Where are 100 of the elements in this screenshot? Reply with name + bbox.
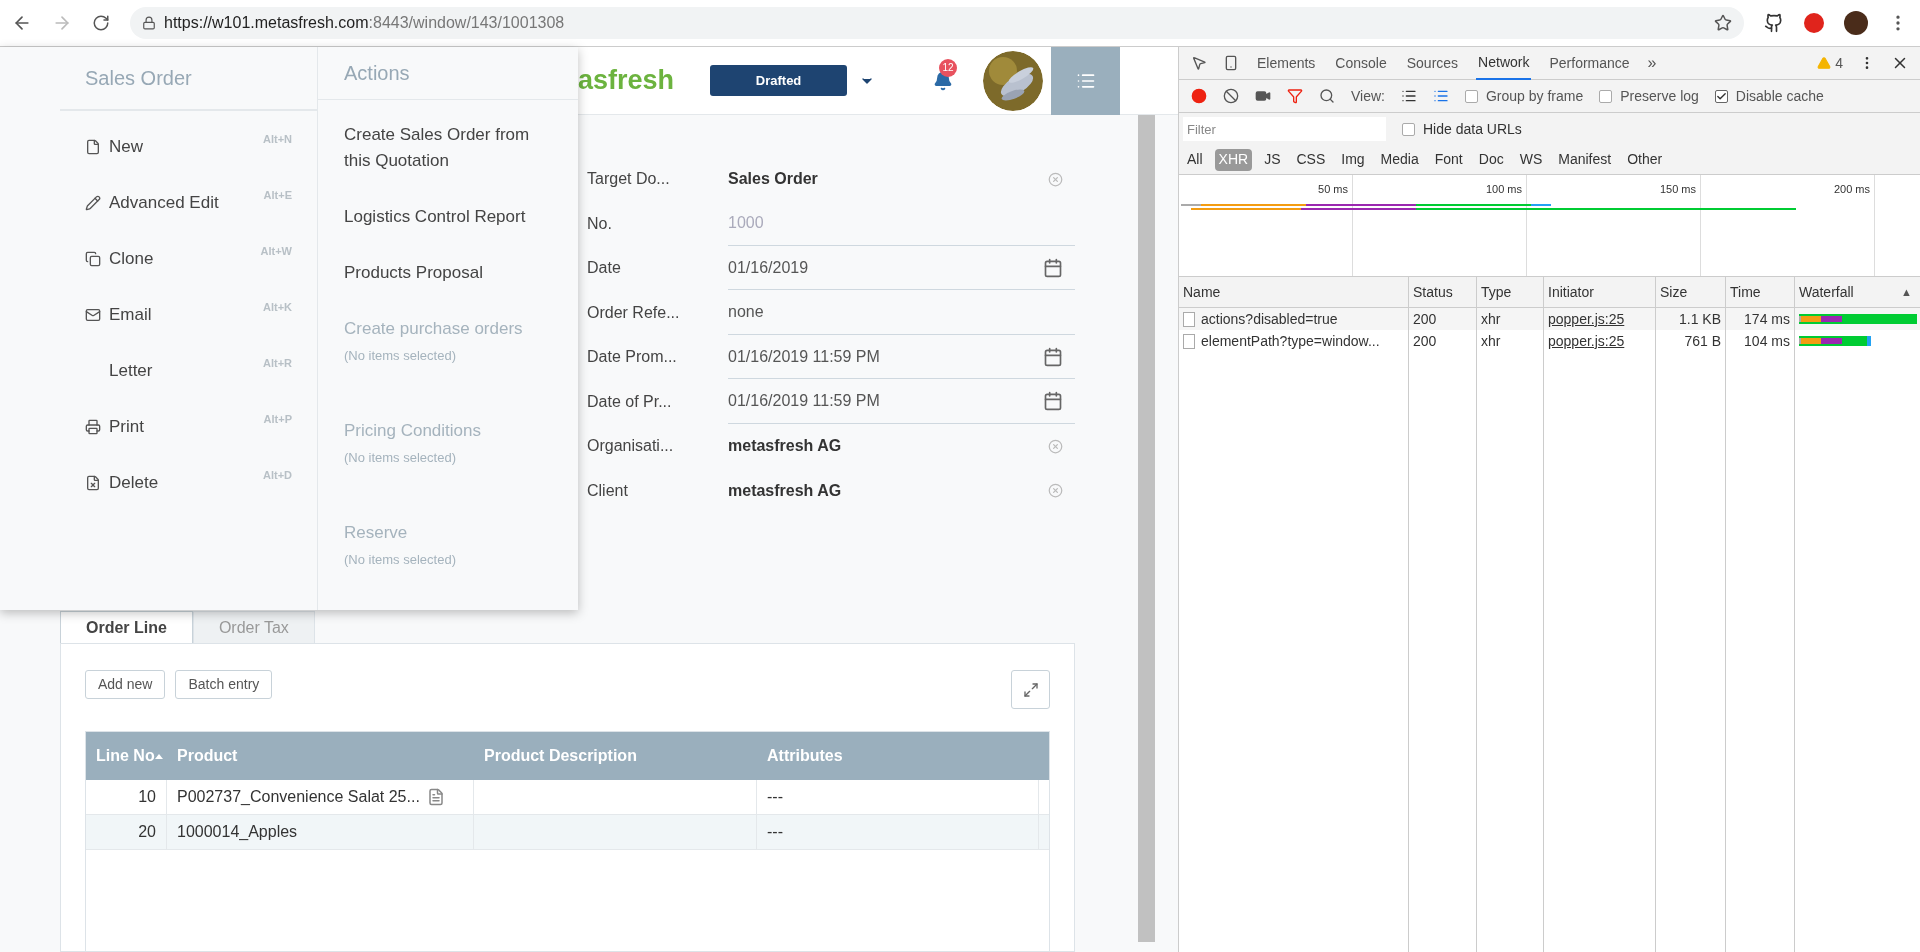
more-tabs[interactable]: »	[1647, 51, 1657, 75]
warning-count: 4	[1835, 53, 1843, 73]
menu-item[interactable]: Email Alt+K	[60, 287, 317, 343]
type-filter[interactable]: JS	[1260, 148, 1285, 171]
tick-label: 200 ms	[1833, 182, 1870, 195]
toolbar-button[interactable]: Batch entry	[175, 670, 273, 699]
devtools-tab[interactable]: Performance	[1547, 46, 1632, 80]
request-cell-text: 761 B	[1684, 331, 1721, 351]
calendar-icon[interactable]	[1043, 391, 1063, 412]
type-filter[interactable]: Font	[1430, 148, 1467, 171]
action-item[interactable]: Create Sales Order from this Quotation	[318, 110, 578, 192]
status-button[interactable]: Drafted	[710, 65, 848, 96]
filter-icon[interactable]	[1287, 88, 1303, 104]
toolbar-button[interactable]: Add new	[85, 670, 166, 699]
field-label: Order Refe...	[587, 302, 681, 323]
devtools-tab[interactable]: Elements	[1255, 46, 1318, 80]
tick-label: 150 ms	[1659, 182, 1696, 195]
type-filter[interactable]: WS	[1515, 148, 1547, 171]
request-cell[interactable]: popper.js:25	[1548, 308, 1625, 330]
form-field[interactable]: 01/16/2019 11:59 PM	[728, 379, 1075, 424]
tab[interactable]: Order Line	[60, 611, 193, 643]
form-field[interactable]: none	[728, 290, 1075, 335]
checkbox[interactable]	[1465, 89, 1478, 103]
calendar-icon[interactable]	[1043, 346, 1063, 367]
table-cell: 20	[86, 815, 167, 849]
table-cell: ---	[757, 815, 1039, 849]
option-label: Preserve log	[1620, 86, 1699, 106]
search-icon[interactable]	[1319, 88, 1335, 104]
table-cell: 1000014_Apples	[167, 815, 474, 849]
form-field[interactable]: metasfresh AG	[728, 468, 1075, 513]
request-cell-text: 200	[1413, 331, 1437, 351]
filter-field[interactable]: Filter	[1183, 117, 1386, 141]
github-icon[interactable]	[1764, 13, 1784, 33]
menu-item[interactable]: Advanced Edit Alt+E	[60, 175, 317, 231]
menu-item[interactable]: Clone Alt+W	[60, 231, 317, 287]
checkbox[interactable]	[1599, 89, 1613, 103]
address-bar[interactable]: https://w101.metasfresh.com:8443/window/143/1001308	[130, 7, 1744, 39]
type-filter[interactable]: Media	[1376, 148, 1423, 171]
menu-heading: Sales Order	[60, 47, 317, 111]
column-header[interactable]: Initiator	[1544, 277, 1656, 307]
checkbox[interactable]	[1402, 122, 1415, 136]
column-header[interactable]: Size	[1656, 277, 1726, 307]
form-field[interactable]: metasfresh AG	[728, 424, 1075, 469]
request-name: elementPath?type=window...	[1201, 331, 1380, 351]
menu-item-icon	[85, 475, 101, 491]
type-filter[interactable]: CSS	[1292, 148, 1330, 171]
menu-item[interactable]: New Alt+N	[60, 119, 317, 175]
devtools-tab[interactable]: Sources	[1404, 46, 1461, 80]
form-field[interactable]: 01/16/2019	[728, 246, 1075, 291]
field-label: Client	[587, 480, 629, 501]
field-label: Date Prom...	[587, 347, 678, 368]
menu-item[interactable]: Letter Alt+R	[60, 343, 317, 399]
form-field[interactable]: 01/16/2019 11:59 PM	[728, 335, 1075, 380]
devtools-tab[interactable]: Console	[1333, 46, 1389, 80]
type-filter[interactable]: Doc	[1474, 148, 1508, 171]
scrollbar[interactable]	[1138, 115, 1155, 942]
request-cell-text: 200	[1413, 309, 1437, 329]
inspect-icon[interactable]	[1191, 55, 1207, 71]
form-field[interactable]: Sales Order	[728, 157, 1075, 202]
tick-label: 100 ms	[1485, 182, 1522, 195]
extension-icon[interactable]	[1804, 13, 1824, 33]
type-filter[interactable]: Img	[1337, 148, 1369, 171]
device-icon[interactable]	[1223, 55, 1239, 71]
option-label: Disable cache	[1735, 86, 1824, 106]
document-icon[interactable]	[426, 788, 445, 806]
column-header[interactable]: Type	[1477, 277, 1544, 307]
record-icon[interactable]	[1191, 88, 1207, 104]
request-cell[interactable]: popper.js:25	[1548, 330, 1625, 352]
action-item[interactable]: Products Proposal	[318, 248, 578, 304]
reload-icon[interactable]	[92, 14, 110, 32]
column-header[interactable]: Waterfall ▲	[1795, 277, 1920, 307]
menu-item-icon	[85, 307, 101, 323]
type-filter[interactable]: Manifest	[1554, 148, 1616, 171]
star-icon[interactable]	[1714, 14, 1732, 32]
option-label: Hide data URLs	[1423, 119, 1522, 139]
menu-item-icon	[85, 419, 101, 435]
expand-button[interactable]	[1011, 670, 1050, 709]
action-item[interactable]: Logistics Control Report	[318, 192, 578, 248]
request-row[interactable]: actions?disabled=true 200 xhr popper.js:25 1.1 KB 174 ms	[1179, 308, 1920, 330]
request-cell-text: xhr	[1481, 309, 1501, 329]
menu-item-icon	[85, 139, 101, 155]
clear-icon[interactable]	[1223, 88, 1239, 104]
menu-item[interactable]: Print Alt+P	[60, 399, 317, 455]
camera-icon[interactable]	[1255, 88, 1271, 104]
type-filter[interactable]: Other	[1623, 148, 1667, 171]
column-header[interactable]: Name	[1179, 277, 1409, 307]
form-field: 1000	[728, 201, 1075, 246]
table-cell: 10	[86, 780, 167, 814]
checkbox[interactable]	[1714, 89, 1728, 103]
notification-badge: 12	[939, 58, 958, 77]
calendar-icon[interactable]	[1043, 257, 1063, 278]
menu-item[interactable]: Delete Alt+D	[60, 455, 317, 511]
type-filter[interactable]: All	[1183, 148, 1207, 171]
column-header[interactable]: Time	[1726, 277, 1795, 307]
profile-avatar[interactable]	[1844, 11, 1868, 35]
list-view-icon[interactable]	[1401, 88, 1417, 104]
column-header[interactable]: Status	[1409, 277, 1477, 307]
request-cell-text: 174 ms	[1744, 309, 1790, 329]
waterfall-view-icon[interactable]	[1433, 88, 1449, 104]
request-cell-text: 1.1 KB	[1678, 309, 1721, 329]
